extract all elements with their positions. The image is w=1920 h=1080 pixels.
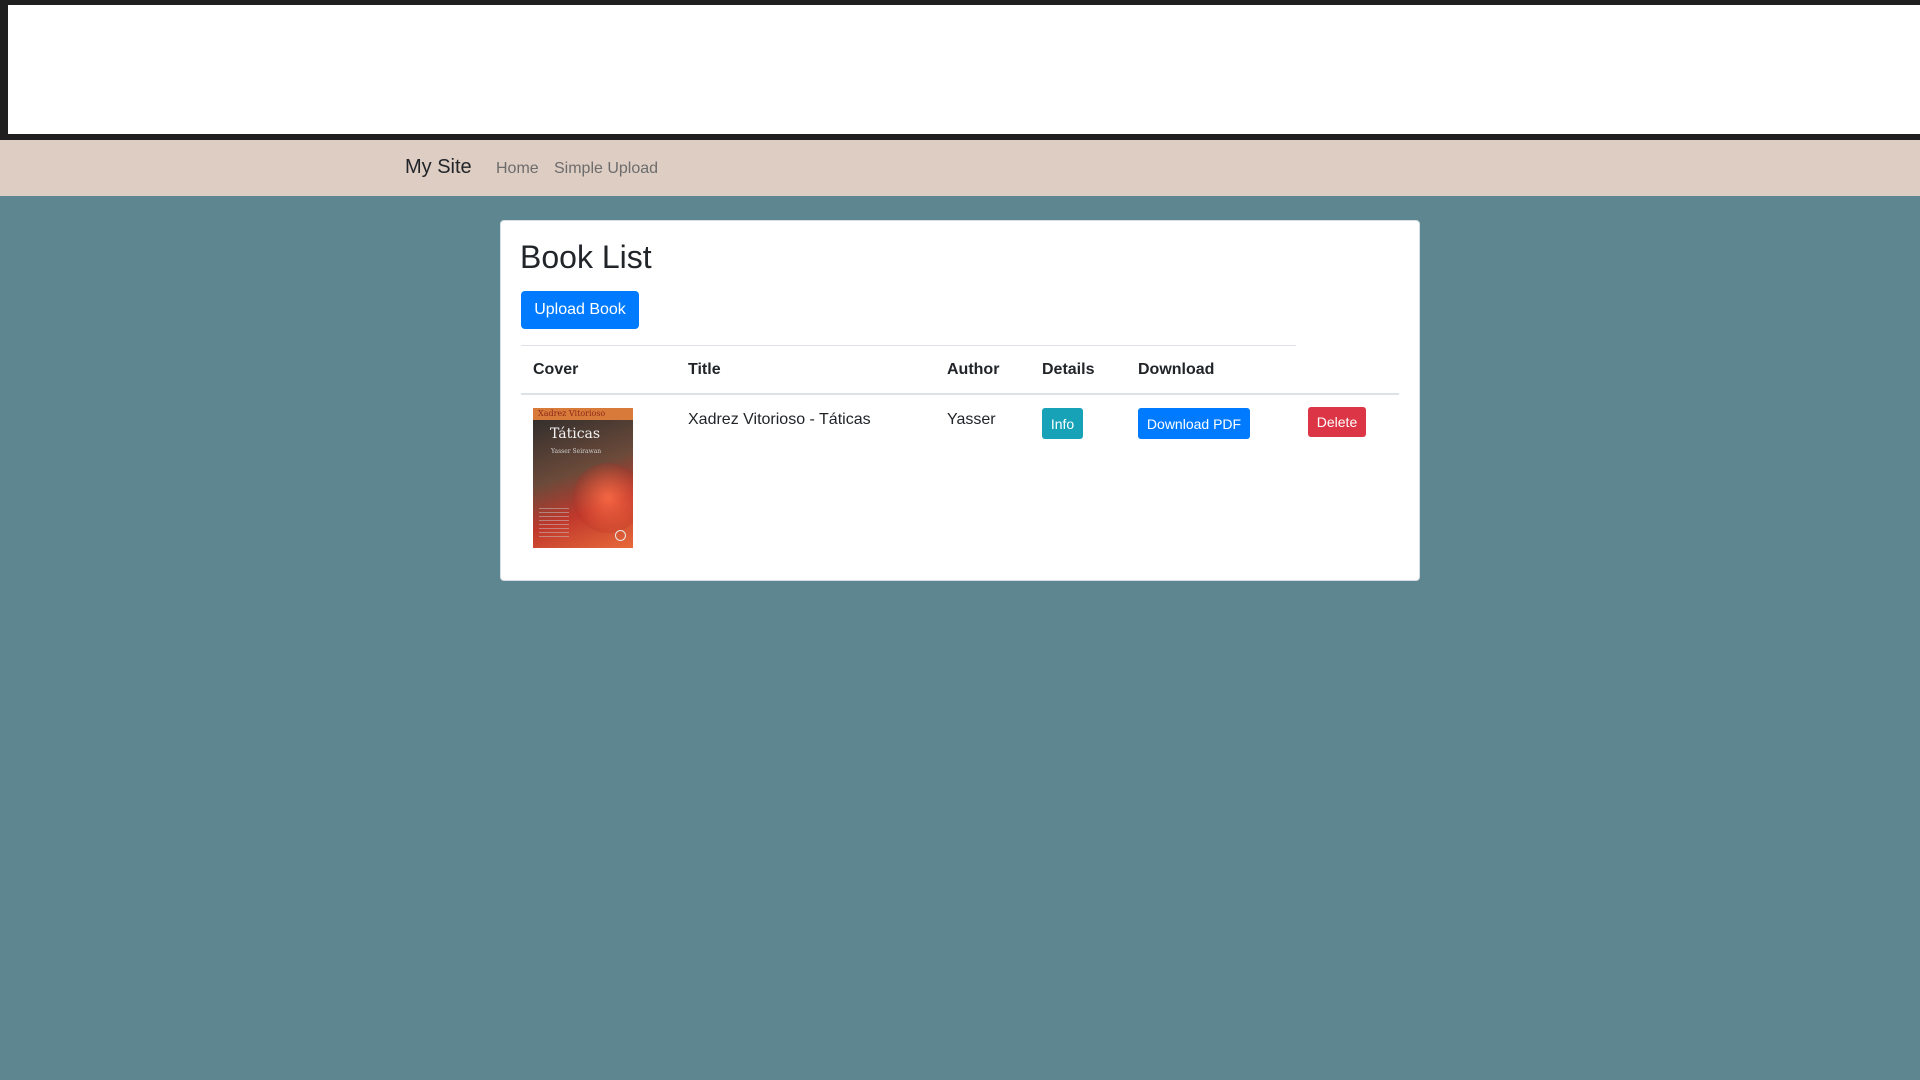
cover-band: Xadrez Vitorioso: [533, 408, 633, 420]
table-top-border: [521, 345, 1296, 346]
browser-frame: [0, 0, 1920, 140]
column-header-author: Author: [947, 361, 1000, 378]
info-button[interactable]: Info: [1042, 408, 1083, 439]
publisher-logo-icon: [615, 530, 626, 541]
table-header-border: [521, 393, 1399, 395]
cover-author-text: Yasser Seirawan: [551, 448, 602, 455]
navbar: [0, 140, 1920, 196]
delete-button[interactable]: Delete: [1308, 407, 1366, 437]
book-author-cell: Yasser: [947, 411, 996, 428]
book-cover-image[interactable]: Xadrez Vitorioso Táticas Yasser Seirawan: [533, 408, 633, 548]
navbar-brand[interactable]: My Site: [405, 156, 472, 179]
nav-link-home[interactable]: Home: [496, 160, 539, 178]
column-header-title: Title: [688, 361, 721, 378]
cover-band-text: Xadrez Vitorioso: [538, 409, 606, 418]
column-header-details: Details: [1042, 361, 1095, 378]
column-header-cover: Cover: [533, 361, 579, 378]
page-title: Book List: [520, 239, 652, 275]
cover-title-text: Táticas: [550, 426, 601, 442]
frame-content-area: [8, 5, 1920, 134]
upload-book-button[interactable]: Upload Book: [521, 291, 639, 329]
cover-text-lines: [539, 508, 569, 538]
column-header-download: Download: [1138, 361, 1215, 378]
book-title-cell: Xadrez Vitorioso - Táticas: [688, 411, 871, 428]
cover-artwork: [573, 463, 633, 533]
download-pdf-button[interactable]: Download PDF: [1138, 408, 1250, 439]
nav-link-simple-upload[interactable]: Simple Upload: [554, 160, 658, 178]
